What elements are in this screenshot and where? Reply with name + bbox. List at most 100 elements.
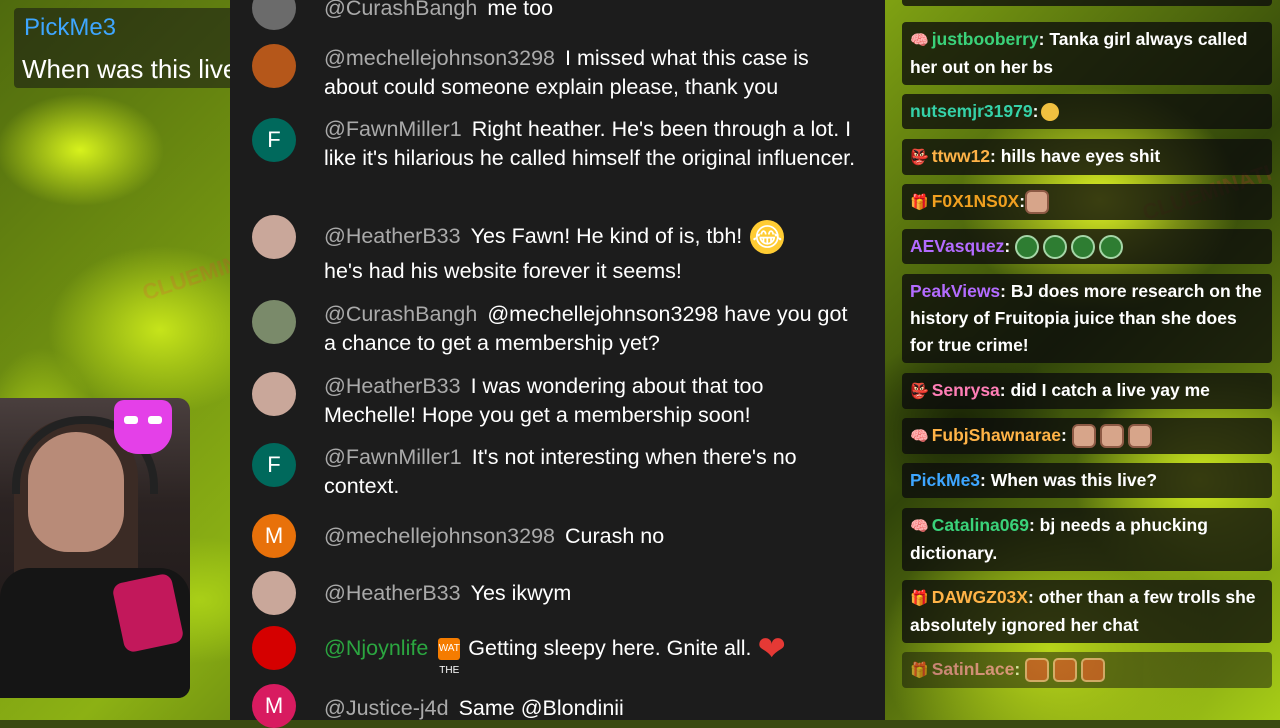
chat-username[interactable]: DAWGZ03X (932, 587, 1028, 607)
emote-icon (1099, 424, 1124, 449)
chat-message: @HeatherB33 Yes Fawn! He kind of is, tbh!… (230, 215, 885, 289)
chat-message: PickMe3: When was this live? (902, 463, 1272, 498)
chat-username[interactable]: justbooberry (932, 29, 1039, 49)
chat-message: 🧠 Catalina069: bj needs a phucking dictio… (902, 508, 1272, 571)
mask-icon (114, 400, 172, 454)
chat-message: @Njoynlife WAT THE Getting sleepy here. Gn… (230, 626, 885, 676)
chat-message-text: @HeatherB33 Yes ikwym (324, 579, 861, 608)
emote-icon (1025, 190, 1050, 215)
chat-message: @HeatherB33 Yes ikwym (230, 571, 885, 617)
emote-icon (1099, 235, 1124, 260)
chat-username[interactable]: SatinLace (932, 659, 1015, 679)
chat-text: : hills have eyes shit (990, 146, 1161, 166)
chat-username[interactable]: AEVasquez (910, 236, 1004, 256)
chat-message: M @mechellejohnson3298 Curash no (230, 514, 885, 560)
chat-message-body-line2: he's had his website forever it seems! (324, 259, 682, 284)
chat-message-text: @HeatherB33 I was wondering about that to… (324, 372, 861, 429)
chat-message-text: @mechellejohnson3298 I missed what this c… (324, 44, 861, 101)
chat-message: 🧠 justbooberry: Tanka girl always called … (902, 22, 1272, 85)
chat-author[interactable]: @HeatherB33 (324, 581, 461, 605)
chat-message: nutsemjr31979: (902, 94, 1272, 129)
chat-text: : (1014, 659, 1021, 679)
webcam-feed (0, 398, 190, 698)
laughing-emoji-icon: 😂 (750, 220, 785, 255)
avatar (252, 372, 296, 416)
chat-username[interactable]: PickMe3 (910, 470, 980, 490)
chat-message: PeakViews: BJ does more research on the … (902, 274, 1272, 363)
chat-author[interactable]: @Njoynlife (324, 636, 428, 660)
chat-author[interactable]: @FawnMiller1 (324, 445, 462, 469)
chat-message-text: @FawnMiller1 It's not interesting when th… (324, 443, 861, 500)
chat-message: F @FawnMiller1 Right heather. He's been t… (230, 115, 885, 205)
chat-message-text: @mechellejohnson3298 Curash no (324, 522, 861, 551)
gift-icon: 🎁 (910, 590, 929, 607)
emote-icon (1081, 658, 1106, 683)
twitch-chat-overlay: 🧠 justbooberry: Tanka girl always called … (900, 0, 1275, 720)
avatar (252, 215, 296, 259)
chat-message: F @FawnMiller1 It's not interesting when … (230, 443, 885, 503)
chat-username[interactable]: Catalina069 (932, 515, 1029, 535)
chat-message-text: @FawnMiller1 Right heather. He's been thr… (324, 115, 861, 172)
avatar: M (252, 684, 296, 728)
chat-author[interactable]: @FawnMiller1 (324, 117, 462, 141)
chat-author[interactable]: @CurashBangh (324, 302, 477, 326)
chat-message-partial (902, 0, 1272, 6)
emote-icon (1127, 424, 1152, 449)
emote-icon (1015, 235, 1040, 260)
chat-author[interactable]: @CurashBangh (324, 0, 477, 20)
avatar (252, 0, 296, 30)
chat-message-text: @CurashBangh @mechellejohnson3298 have yo… (324, 300, 861, 357)
chat-message: 👺 ttww12: hills have eyes shit (902, 139, 1272, 175)
chat-username[interactable]: PeakViews (910, 281, 1000, 301)
chat-message-text: @CurashBangh me too (324, 0, 861, 23)
avatar: F (252, 443, 296, 487)
chat-message: @mechellejohnson3298 I missed what this c… (230, 44, 885, 104)
avatar: F (252, 118, 296, 162)
chat-author[interactable]: @mechellejohnson3298 (324, 524, 555, 548)
chat-message-body: Getting sleepy here. Gnite all. (468, 636, 752, 660)
chat-text: : (1061, 425, 1067, 445)
brain-icon: 🧠 (910, 518, 929, 535)
chat-username[interactable]: FubjShawnarae (932, 425, 1061, 445)
chat-message: 👺 Senrysa: did I catch a live yay me (902, 373, 1272, 409)
gift-icon: 🎁 (910, 662, 929, 679)
emote-icon (1025, 658, 1050, 683)
chat-message-body: Same @Blondinii (458, 696, 624, 720)
chat-message: 🎁 DAWGZ03X: other than a few trolls she a… (902, 580, 1272, 643)
avatar (252, 571, 296, 615)
avatar: M (252, 514, 296, 558)
chat-text: : (1004, 236, 1011, 256)
chat-author[interactable]: @Justice-j4d (324, 696, 449, 720)
chat-message-text: @Justice-j4d Same @Blondinii (324, 694, 861, 723)
avatar (252, 44, 296, 88)
chat-text: : (1032, 101, 1039, 121)
chat-author[interactable]: @HeatherB33 (324, 374, 461, 398)
gift-icon: 🎁 (910, 194, 929, 211)
chat-message: 🧠 FubjShawnarae: (902, 418, 1272, 454)
emote-icon (1053, 658, 1078, 683)
chat-author[interactable]: @HeatherB33 (324, 224, 461, 248)
chat-message-text: @Njoynlife WAT THE Getting sleepy here. Gn… (324, 632, 861, 676)
chat-username[interactable]: ttww12 (932, 146, 990, 166)
emote-icon (1043, 235, 1068, 260)
chat-username[interactable]: nutsemjr31979 (910, 101, 1033, 121)
chat-username[interactable]: Senrysa (932, 380, 1000, 400)
brain-icon: 🧠 (910, 32, 929, 49)
avatar (252, 300, 296, 344)
emote-icon (1071, 235, 1096, 260)
chat-text: : did I catch a live yay me (999, 380, 1210, 400)
chat-message: @CurashBangh @mechellejohnson3298 have yo… (230, 300, 885, 360)
heart-emoji-icon: ❤ (757, 630, 787, 669)
youtube-chat-panel[interactable]: @CurashBangh me too @mechellejohnson3298 I… (230, 0, 885, 728)
chat-message-body: Yes ikwym (470, 581, 572, 605)
chat-message-body: Yes Fawn! He kind of is, tbh! (470, 224, 743, 248)
overlay-chat-message: When was this live? (22, 54, 252, 84)
chat-author[interactable]: @mechellejohnson3298 (324, 46, 555, 70)
chat-username[interactable]: F0X1NS0X (932, 191, 1020, 211)
chat-message-body: me too (487, 0, 554, 20)
chat-text: : When was this live? (980, 470, 1158, 490)
chat-message-text: @HeatherB33 Yes Fawn! He kind of is, tbh!… (324, 219, 861, 288)
chat-message: AEVasquez: (902, 229, 1272, 264)
emote-icon (1071, 424, 1096, 449)
chat-message: 🎁 F0X1NS0X: (902, 184, 1272, 220)
